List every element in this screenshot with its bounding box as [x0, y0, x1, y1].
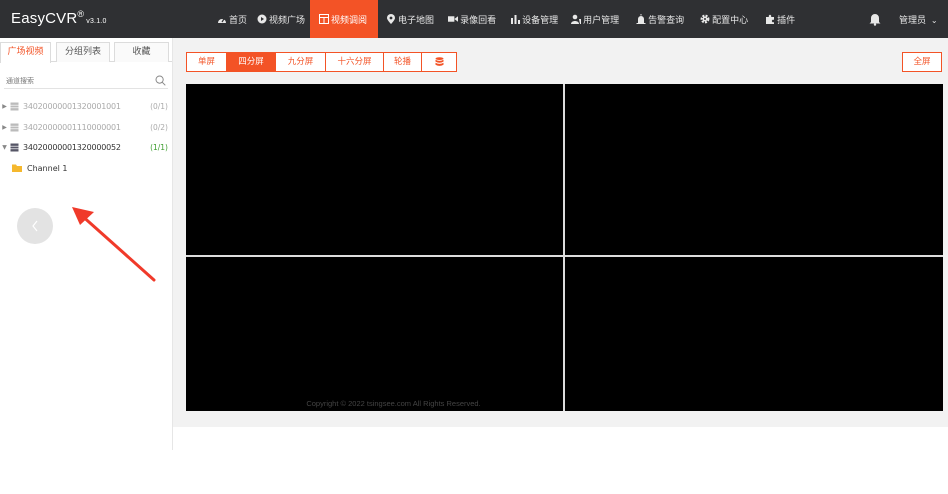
- nav-item-home[interactable]: 首页: [212, 0, 252, 38]
- users-icon: [571, 14, 582, 24]
- bell-icon[interactable]: [868, 12, 882, 26]
- device-server-icon: [10, 123, 19, 131]
- sidebar-tabs: 广场视频 分组列表 收藏: [0, 42, 172, 63]
- tab-plaza-video[interactable]: 广场视频: [0, 42, 51, 63]
- device-server-icon: [10, 102, 19, 110]
- device-id: 34020000001320000052: [23, 142, 121, 152]
- video-pane-4[interactable]: [565, 257, 943, 411]
- nav-item-map[interactable]: 电子地图: [378, 0, 439, 38]
- device-channel-count: (0/1): [150, 101, 168, 111]
- alarm-icon: [636, 14, 646, 24]
- fullscreen-button[interactable]: 全屏: [902, 52, 942, 72]
- nav-label: 电子地图: [398, 15, 435, 26]
- dashboard-icon: [217, 14, 227, 24]
- video-grid: [186, 84, 943, 411]
- nine-split-button[interactable]: 九分屏: [276, 52, 326, 72]
- channel-search: [4, 73, 168, 89]
- database-icon: [435, 57, 443, 66]
- device-tree-row[interactable]: ▶ 34020000001110000001 (0/2): [0, 119, 172, 135]
- caret-right-icon[interactable]: ▶: [1, 124, 8, 131]
- carousel-button[interactable]: 轮播: [384, 52, 422, 72]
- nav-item-playback[interactable]: 录像回看: [439, 0, 501, 38]
- video-camera-icon: [448, 14, 459, 24]
- top-navbar: EasyCVR®v3.1.0 首页 视频广场 视频调阅 电子地图 录像回看 设备…: [0, 0, 948, 38]
- device-channel-count: (0/2): [150, 122, 168, 132]
- channel-label: Channel 1: [27, 163, 68, 173]
- video-grid-icon: [319, 14, 330, 24]
- nav-label: 设备管理: [522, 15, 559, 26]
- database-button[interactable]: [422, 52, 457, 72]
- video-pane-1[interactable]: [186, 84, 563, 255]
- nav-item-video-square[interactable]: 视频广场: [252, 0, 310, 38]
- nav-item-user-management[interactable]: 用户管理: [563, 0, 624, 38]
- caret-down-icon[interactable]: ▼: [1, 144, 8, 151]
- main-content: 单屏 四分屏 九分屏 十六分屏 轮播 全屏: [173, 38, 948, 450]
- play-circle-icon: [257, 14, 267, 24]
- main-nav: 首页 视频广场 视频调阅 电子地图 录像回看 设备管理 用户管理 告警查询 配置…: [212, 0, 800, 38]
- device-channel-count: (1/1): [150, 142, 168, 152]
- nav-label: 录像回看: [460, 15, 497, 26]
- nav-item-plugins[interactable]: 插件: [753, 0, 800, 38]
- tab-favorites[interactable]: 收藏: [114, 42, 169, 62]
- device-tree-row[interactable]: ▶ 34020000001320001001 (0/1): [0, 98, 172, 114]
- brand-name: EasyCVR: [11, 10, 78, 27]
- nav-label: 插件: [777, 15, 796, 26]
- nav-label: 首页: [229, 15, 248, 26]
- footer: [173, 427, 948, 450]
- search-input[interactable]: [4, 73, 168, 89]
- nav-item-device-management[interactable]: 设备管理: [501, 0, 563, 38]
- nav-label: 视频广场: [269, 15, 306, 26]
- nav-label: 用户管理: [583, 15, 620, 26]
- chevron-left-icon: [32, 220, 38, 232]
- split-screen-toolbar: 单屏 四分屏 九分屏 十六分屏 轮播: [186, 52, 457, 72]
- brand-mark: ®: [77, 9, 85, 19]
- chevron-down-icon: ⌄: [930, 16, 938, 25]
- sixteen-split-button[interactable]: 十六分屏: [326, 52, 384, 72]
- copyright-text: Copyright © 2022 tsingsee.com All Rights…: [306, 399, 481, 408]
- tab-group-list[interactable]: 分组列表: [56, 42, 110, 62]
- device-sidebar: 广场视频 分组列表 收藏 ▶ 34020000001320001001 (0/1…: [0, 38, 173, 450]
- collapse-sidebar-button[interactable]: [17, 208, 53, 244]
- gear-icon: [700, 14, 710, 24]
- folder-icon: [12, 164, 22, 172]
- device-id: 34020000001320001001: [23, 101, 121, 111]
- nav-item-alarm-query[interactable]: 告警查询: [624, 0, 689, 38]
- puzzle-icon: [765, 14, 775, 24]
- four-split-button[interactable]: 四分屏: [227, 52, 276, 72]
- nav-label: 告警查询: [648, 15, 685, 26]
- nav-item-config-center[interactable]: 配置中心: [689, 0, 753, 38]
- device-server-icon: [10, 143, 19, 151]
- user-menu[interactable]: 管理员 ⌄: [899, 13, 938, 26]
- channel-item[interactable]: Channel 1: [12, 162, 67, 174]
- annotation-arrow: [72, 207, 156, 282]
- user-label: 管理员: [899, 16, 927, 26]
- nav-label: 视频调阅: [331, 15, 368, 26]
- brand-logo[interactable]: EasyCVR®v3.1.0: [11, 9, 107, 27]
- map-pin-icon: [386, 14, 396, 24]
- caret-right-icon[interactable]: ▶: [1, 103, 8, 110]
- nav-label: 配置中心: [712, 15, 749, 26]
- bar-chart-icon: [510, 14, 520, 24]
- video-pane-3[interactable]: [186, 257, 563, 411]
- video-pane-2[interactable]: [565, 84, 943, 255]
- search-icon[interactable]: [155, 75, 166, 86]
- app-version: v3.1.0: [86, 18, 107, 25]
- nav-item-video-review[interactable]: 视频调阅: [310, 0, 379, 38]
- single-screen-button[interactable]: 单屏: [186, 52, 227, 72]
- device-tree-row[interactable]: ▼ 34020000001320000052 (1/1): [0, 139, 172, 155]
- device-id: 34020000001110000001: [23, 122, 121, 132]
